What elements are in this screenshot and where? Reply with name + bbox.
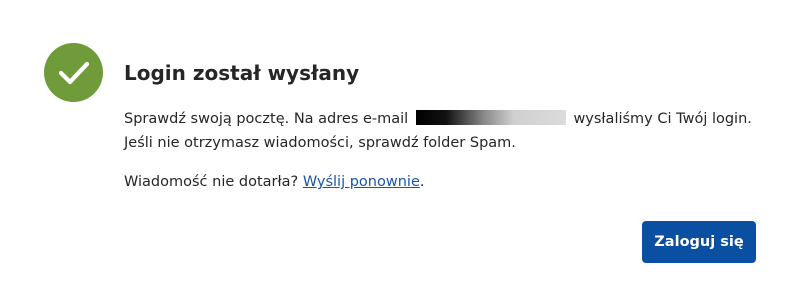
login-button[interactable]: Zaloguj się	[642, 221, 756, 263]
resend-prefix: Wiadomość nie dotarła?	[124, 174, 299, 190]
message-text-start: Sprawdź swoją pocztę. Na adres e-mail	[124, 111, 409, 127]
resend-suffix: .	[419, 174, 425, 190]
confirmation-card: Login został wysłany Sprawdź swoją poczt…	[0, 0, 800, 307]
check-circle-icon	[44, 43, 103, 102]
page-title: Login został wysłany	[124, 61, 360, 85]
resend-link[interactable]: Wyślij ponownie	[303, 174, 420, 190]
checkmark-icon	[58, 61, 89, 84]
redacted-email	[415, 110, 566, 125]
resend-line: Wiadomość nie dotarła? Wyślij ponownie.	[124, 170, 424, 194]
confirmation-message: Sprawdź swoją pocztę. Na adres e-mail wy…	[124, 107, 774, 155]
